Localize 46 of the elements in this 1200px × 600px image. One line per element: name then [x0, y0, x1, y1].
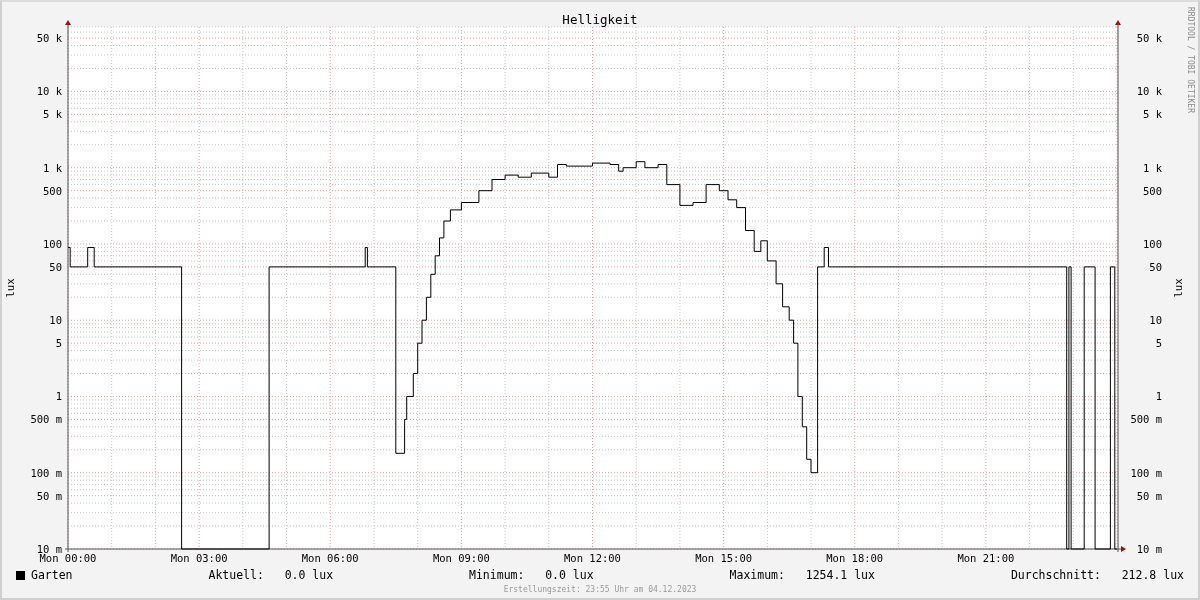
- axis-title: lux: [1172, 278, 1184, 298]
- axis-title: lux: [4, 278, 16, 298]
- tick-label: Mon 21:00: [957, 552, 1015, 564]
- tick-label: Mon 18:00: [826, 552, 884, 564]
- tick-label: 100: [1143, 237, 1162, 250]
- tick-label: 100: [43, 237, 62, 250]
- tick-label: 500 m: [30, 413, 62, 426]
- tick-label: 10: [49, 314, 62, 327]
- tick-label: 50 k: [36, 32, 62, 45]
- legend-stat: Minimum: 0.0 lux: [469, 568, 594, 582]
- tick-label: 10: [1149, 314, 1162, 327]
- tick-label: 10 k: [36, 85, 62, 98]
- tick-label: Mon 00:00: [39, 552, 97, 564]
- legend-stat: Durchschnitt: 212.8 lux: [1010, 568, 1184, 582]
- tick-label: 50 k: [1136, 32, 1162, 45]
- tick-label: 500: [1143, 184, 1162, 197]
- tick-label: 500 m: [1130, 413, 1162, 426]
- tick-label: 50 m: [36, 489, 62, 502]
- tick-label: 100 m: [30, 466, 62, 479]
- tick-label: Mon 06:00: [301, 552, 359, 564]
- footer-text: Erstellungszeit: 23:55 Uhr am 04.12.2023: [503, 585, 697, 594]
- tick-label: 1 k: [43, 161, 62, 174]
- tick-label: 500: [43, 184, 62, 197]
- tick-label: 10 k: [1136, 85, 1162, 98]
- tick-label: Mon 03:00: [170, 552, 228, 564]
- tick-label: 5 k: [1143, 108, 1162, 121]
- tick-label: 1: [55, 390, 62, 403]
- credit-label: RRDTOOL / TOBI OETIKER: [1186, 7, 1195, 113]
- tick-label: 1 k: [1143, 161, 1162, 174]
- tick-label: Mon 09:00: [432, 552, 490, 564]
- tick-label: 5: [55, 337, 62, 350]
- tick-label: 5: [1155, 337, 1162, 350]
- tick-label: 5 k: [43, 108, 62, 121]
- tick-label: Mon 15:00: [695, 552, 753, 564]
- tick-label: 50 m: [1136, 489, 1162, 502]
- tick-label: 100 m: [1130, 466, 1162, 479]
- legend-stat: Aktuell: 0.0 lux: [208, 568, 334, 582]
- tick-label: 10 m: [36, 543, 62, 555]
- legend-label: Garten: [31, 568, 73, 582]
- tick-label: 50: [1149, 260, 1162, 273]
- tick-label: 1: [1155, 390, 1162, 403]
- tick-label: Mon 12:00: [564, 552, 621, 564]
- legend-stat: Maximum: 1254.1 lux: [729, 568, 875, 582]
- tick-label: 10 m: [1136, 543, 1162, 555]
- tick-label: 50: [49, 260, 62, 273]
- chart-title: Helligkeit: [562, 12, 638, 27]
